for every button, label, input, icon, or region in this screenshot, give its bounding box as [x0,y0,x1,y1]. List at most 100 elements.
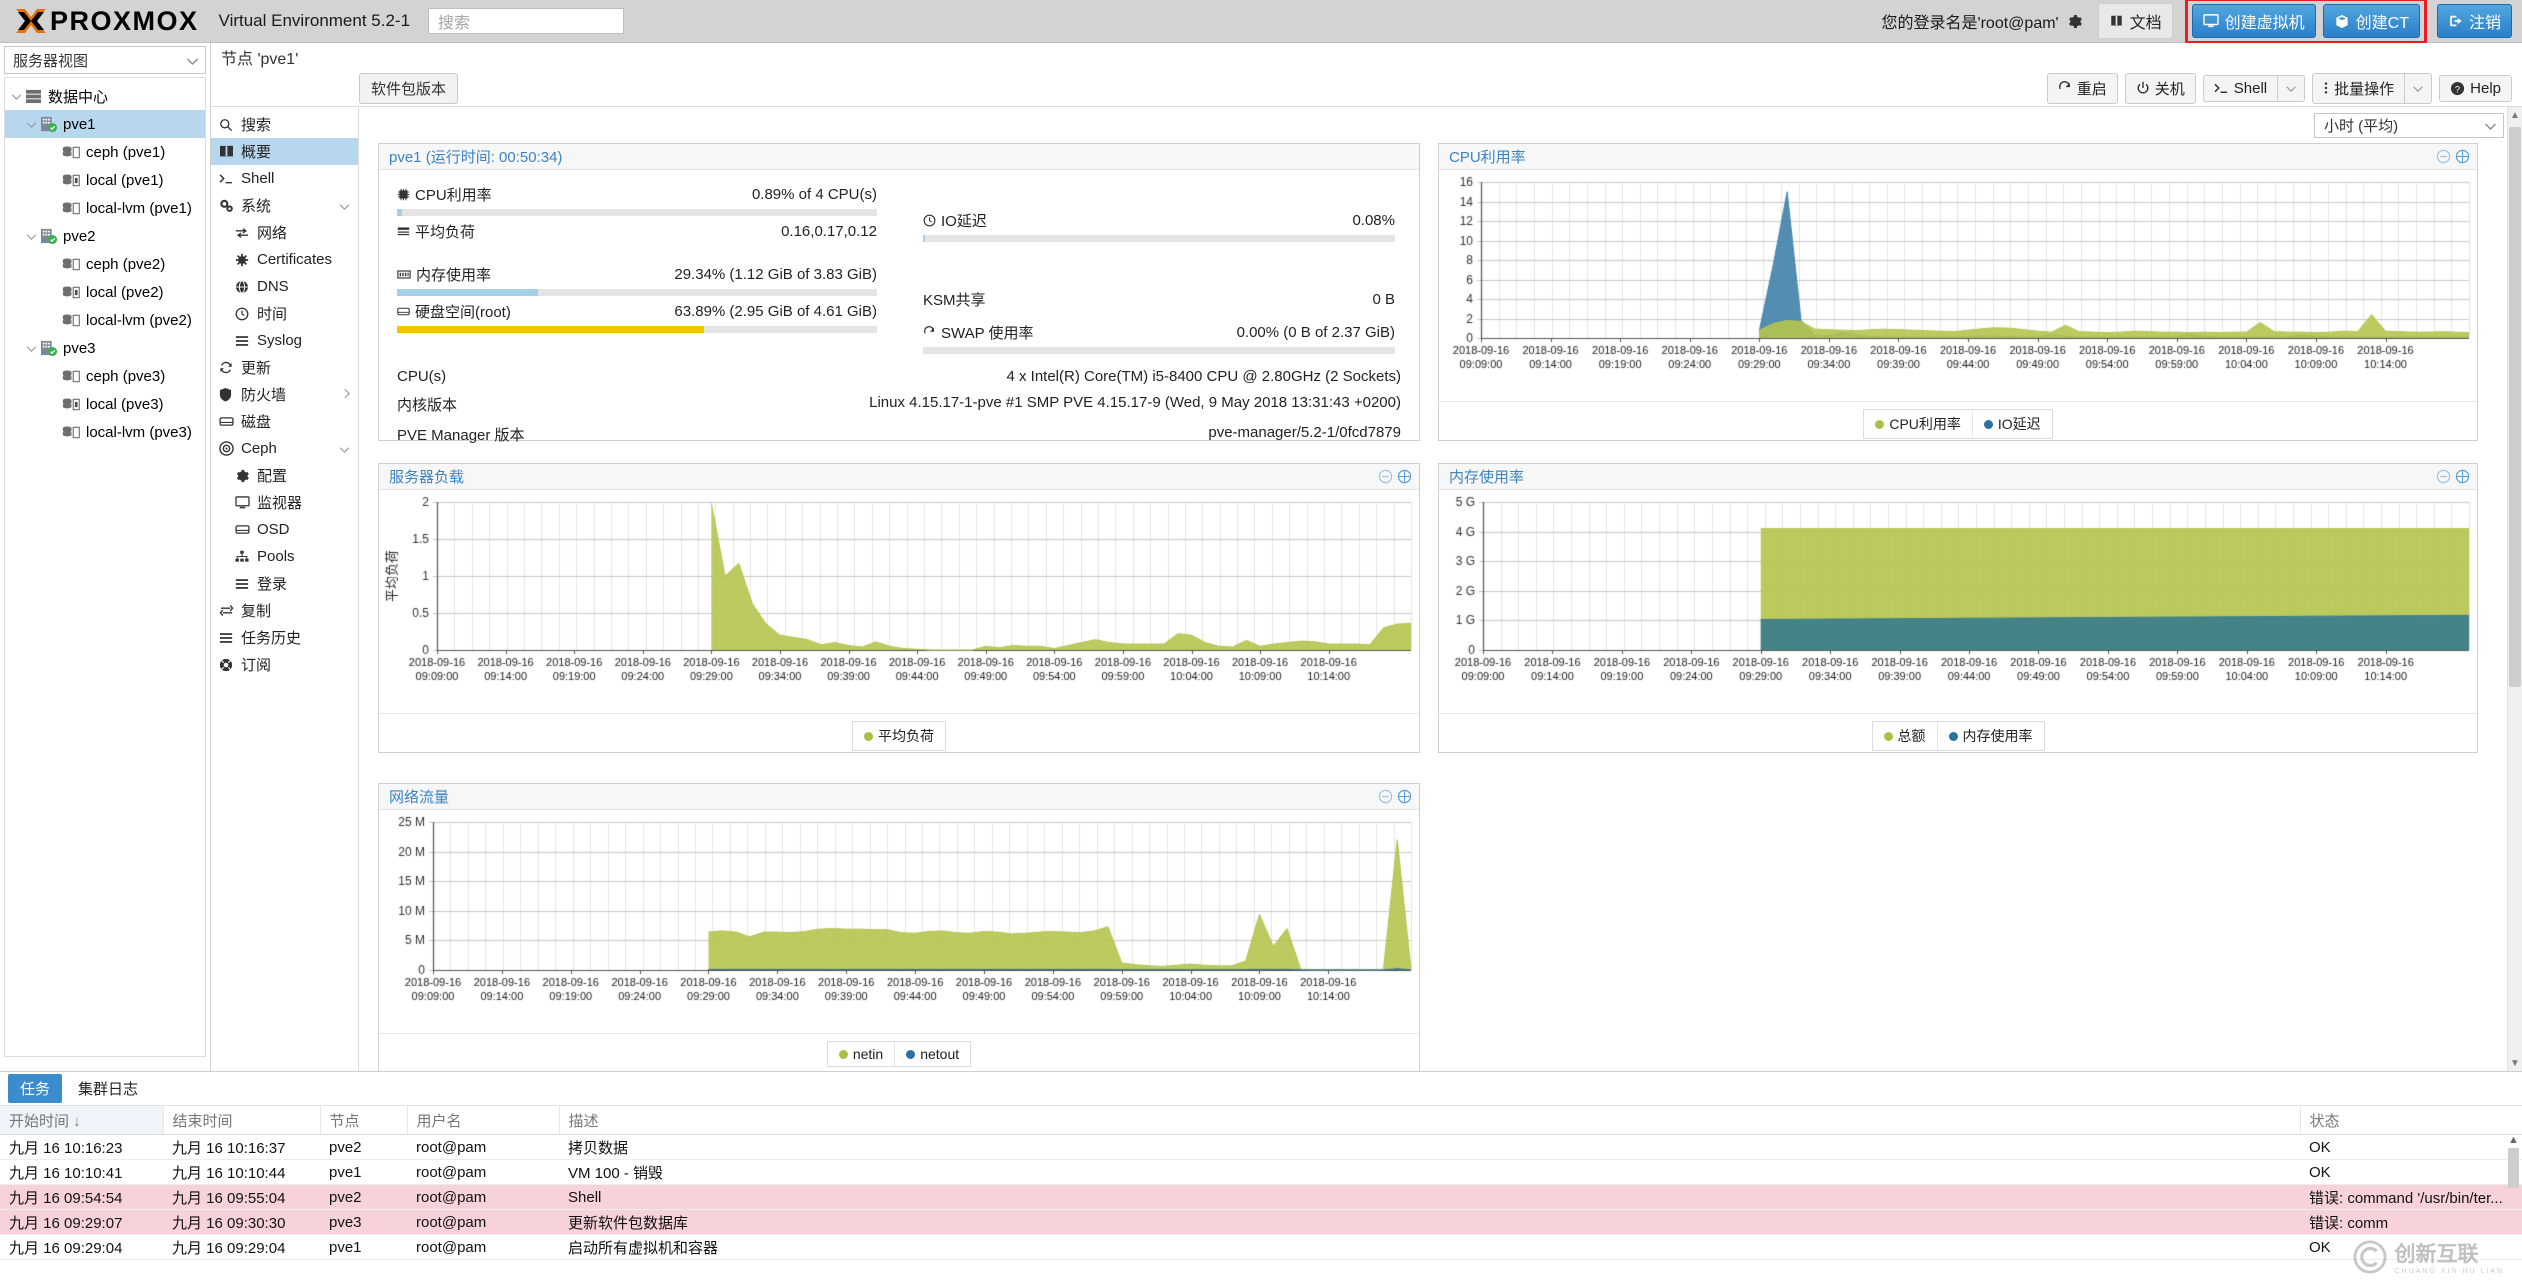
chevron-down-icon[interactable] [24,121,39,128]
resource-tree[interactable]: 数据中心 pve1 ceph (pve1) local (pve1) local-lvm… [4,77,206,1057]
bulk-actions-dropdown-arrow[interactable] [2404,72,2433,104]
chevron-down-icon[interactable] [339,442,350,456]
legend-item[interactable]: 平均负荷 [853,722,945,750]
collapse-icon[interactable] [1378,789,1393,804]
table-row[interactable]: 九月 16 09:54:54 九月 16 09:55:04 pve2 root@pam… [0,1184,2522,1210]
tree-item-local--pve2-[interactable]: local (pve2) [5,278,205,306]
subnav-item-登录[interactable]: 登录 [211,570,358,597]
expand-icon[interactable] [1397,789,1412,804]
tree-item-local-lvm--pve3-[interactable]: local-lvm (pve3) [5,418,205,446]
shell-dropdown-arrow[interactable] [2277,74,2306,102]
tree-item-local--pve1-[interactable]: local (pve1) [5,166,205,194]
search-input[interactable]: 搜索 [428,8,625,34]
legend-item[interactable]: netout [894,1042,970,1066]
subnav-item-订阅[interactable]: 订阅 [211,651,358,678]
subnav-item-配置[interactable]: 配置 [211,462,358,489]
subnav-item-网络[interactable]: 网络 [211,219,358,246]
subnav-item-系统[interactable]: 系统 [211,192,358,219]
table-row[interactable]: 九月 16 10:16:23 九月 16 10:16:37 pve2 root@pam… [0,1134,2522,1160]
bottom-tabs[interactable]: 任务 集群日志 [0,1072,2522,1105]
table-row[interactable]: 九月 16 09:29:04 九月 16 09:29:04 pve1 root@pam… [0,1234,2522,1260]
subnav-item-监视器[interactable]: 监视器 [211,489,358,516]
view-selector[interactable]: 服务器视图 [4,46,206,74]
legend-item[interactable]: 内存使用率 [1936,722,2044,750]
bulk-actions-button[interactable]: 批量操作 [2312,72,2405,104]
subnav-item-dns[interactable]: DNS [211,273,358,300]
subnav-item-pools[interactable]: Pools [211,543,358,570]
chevron-down-icon[interactable] [9,93,24,100]
tree-item-pve1[interactable]: pve1 [5,110,205,138]
proxmox-logo[interactable]: PROXMOX [14,6,199,36]
collapse-icon[interactable] [2436,149,2451,164]
tree-item-ceph--pve2-[interactable]: ceph (pve2) [5,250,205,278]
table-col-header[interactable]: 结束时间 [163,1105,321,1135]
scrollbar-thumb[interactable] [2509,127,2521,687]
book-icon [2110,15,2122,27]
bottom-tab-集群日志[interactable]: 集群日志 [66,1074,150,1103]
tree-item-ceph--pve3-[interactable]: ceph (pve3) [5,362,205,390]
bulk-actions-split-button[interactable]: 批量操作 [2312,72,2433,104]
subnav-item-时间[interactable]: 时间 [211,300,358,327]
table-col-header[interactable]: 用户名 [407,1105,560,1135]
chevron-down-icon[interactable] [24,345,39,352]
scroll-down-icon[interactable]: ▼ [2508,1055,2522,1071]
table-col-header[interactable]: 状态 [2300,1105,2522,1135]
documentation-button[interactable]: 文档 [2097,3,2173,39]
table-row[interactable]: 九月 16 09:29:07 九月 16 09:30:30 pve3 root@pam… [0,1209,2522,1235]
collapse-icon[interactable] [1378,469,1393,484]
chevron-right-icon[interactable] [343,388,350,402]
chevron-down-icon[interactable] [24,233,39,240]
legend-item[interactable]: IO延迟 [1971,410,2052,438]
create-ct-button[interactable]: 创建CT [2322,4,2420,38]
legend-item[interactable]: netin [828,1042,894,1066]
table-row[interactable]: 九月 16 10:10:41 九月 16 10:10:44 pve1 root@pam… [0,1159,2522,1185]
tree-item-pve3[interactable]: pve3 [5,334,205,362]
tree-item-local--pve3-[interactable]: local (pve3) [5,390,205,418]
table-col-header[interactable]: 节点 [320,1105,408,1135]
shell-split-button[interactable]: Shell [2202,74,2306,102]
scroll-up-icon[interactable]: ▲ [2508,107,2522,123]
tree-item-pve2[interactable]: pve2 [5,222,205,250]
subnav-item-ceph[interactable]: Ceph [211,435,358,462]
shutdown-button[interactable]: 关机 [2124,72,2196,104]
node-subnav[interactable]: 搜索 概要 Shell 系统 网络 Certificates DNS 时间 Syslog 更新 防火… [211,107,359,1071]
subnav-item-复制[interactable]: 复制 [211,597,358,624]
shell-button[interactable]: Shell [2202,74,2278,102]
main-scrollbar[interactable]: ▲ ▼ [2507,107,2522,1071]
subnav-item-syslog[interactable]: Syslog [211,327,358,354]
gear-icon[interactable] [2067,14,2082,29]
help-button[interactable]: ? Help [2439,74,2512,102]
tree-item-ceph--pve1-[interactable]: ceph (pve1) [5,138,205,166]
tree-item-local-lvm--pve1-[interactable]: local-lvm (pve1) [5,194,205,222]
create-vm-button[interactable]: 创建虚拟机 [2191,4,2316,38]
tree-item-数据中心[interactable]: 数据中心 [5,82,205,110]
logout-button[interactable]: 注销 [2436,4,2512,38]
subnav-item-概要[interactable]: 概要 [211,138,358,165]
legend-item[interactable]: 总额 [1873,722,1937,750]
restart-button[interactable]: 重启 [2046,72,2118,104]
subnav-item-certificates[interactable]: Certificates [211,246,358,273]
period-selector[interactable]: 小时 (平均) [2314,112,2504,138]
bottom-tab-任务[interactable]: 任务 [8,1074,63,1103]
table-col-header[interactable]: 开始时间 ↓ [0,1105,164,1135]
tasks-scrollbar[interactable]: ▲ [2507,1134,2520,1254]
subnav-item-任务历史[interactable]: 任务历史 [211,624,358,651]
scrollbar-thumb[interactable] [2508,1148,2519,1188]
expand-icon[interactable] [1397,469,1412,484]
package-versions-button[interactable]: 软件包版本 [359,72,459,104]
table-col-header[interactable]: 描述 [559,1105,2301,1135]
tasks-table-body[interactable]: 九月 16 10:16:23 九月 16 10:16:37 pve2 root@pam… [0,1134,2522,1260]
scroll-up-icon[interactable]: ▲ [2507,1134,2520,1146]
subnav-item-防火墙[interactable]: 防火墙 [211,381,358,408]
chevron-down-icon[interactable] [339,199,350,213]
subnav-item-osd[interactable]: OSD [211,516,358,543]
tree-item-local-lvm--pve2-[interactable]: local-lvm (pve2) [5,306,205,334]
expand-icon[interactable] [2455,149,2470,164]
subnav-item-shell[interactable]: Shell [211,165,358,192]
expand-icon[interactable] [2455,469,2470,484]
subnav-item-搜索[interactable]: 搜索 [211,111,358,138]
collapse-icon[interactable] [2436,469,2451,484]
subnav-item-更新[interactable]: 更新 [211,354,358,381]
legend-item[interactable]: CPU利用率 [1864,410,1972,438]
subnav-item-磁盘[interactable]: 磁盘 [211,408,358,435]
